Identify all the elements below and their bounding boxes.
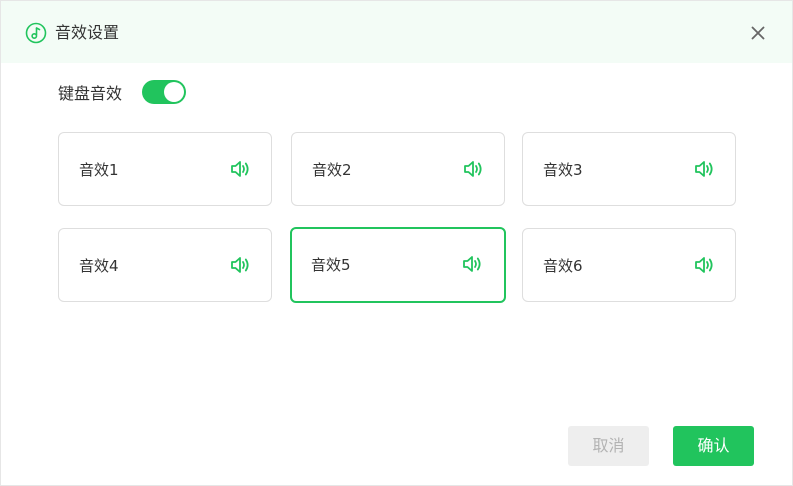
cancel-button[interactable]: 取消 (568, 426, 649, 466)
sound-label: 音效2 (312, 161, 352, 179)
keyboard-sound-label: 键盘音效 (58, 84, 123, 103)
sound-label: 音效5 (311, 256, 351, 274)
sound-card-6[interactable]: 音效6 (522, 228, 736, 302)
sound-label: 音效3 (543, 161, 583, 179)
speaker-icon[interactable] (229, 255, 251, 275)
speaker-icon[interactable] (229, 159, 251, 179)
dialog-header: 音效设置 (1, 1, 792, 63)
keyboard-sound-row: 键盘音效 (58, 78, 187, 106)
sound-card-2[interactable]: 音效2 (291, 132, 505, 206)
dialog-title: 音效设置 (55, 23, 120, 42)
sound-label: 音效6 (543, 257, 583, 275)
close-icon[interactable] (747, 22, 769, 44)
sound-card-1[interactable]: 音效1 (58, 132, 272, 206)
speaker-icon[interactable] (693, 159, 715, 179)
sound-label: 音效1 (79, 161, 119, 179)
speaker-icon[interactable] (693, 255, 715, 275)
speaker-icon[interactable] (461, 254, 483, 274)
sound-label: 音效4 (79, 257, 119, 275)
confirm-button[interactable]: 确认 (673, 426, 754, 466)
keyboard-sound-toggle[interactable] (142, 80, 187, 104)
sound-settings-dialog: 音效设置 键盘音效 音效1 音效2 音效3 音效4 音效5 音效6 取消 确认 (0, 0, 793, 486)
sound-card-5[interactable]: 音效5 (290, 227, 506, 303)
sound-card-3[interactable]: 音效3 (522, 132, 736, 206)
music-note-icon (25, 22, 47, 44)
toggle-knob (164, 82, 185, 102)
speaker-icon[interactable] (462, 159, 484, 179)
sound-card-4[interactable]: 音效4 (58, 228, 272, 302)
